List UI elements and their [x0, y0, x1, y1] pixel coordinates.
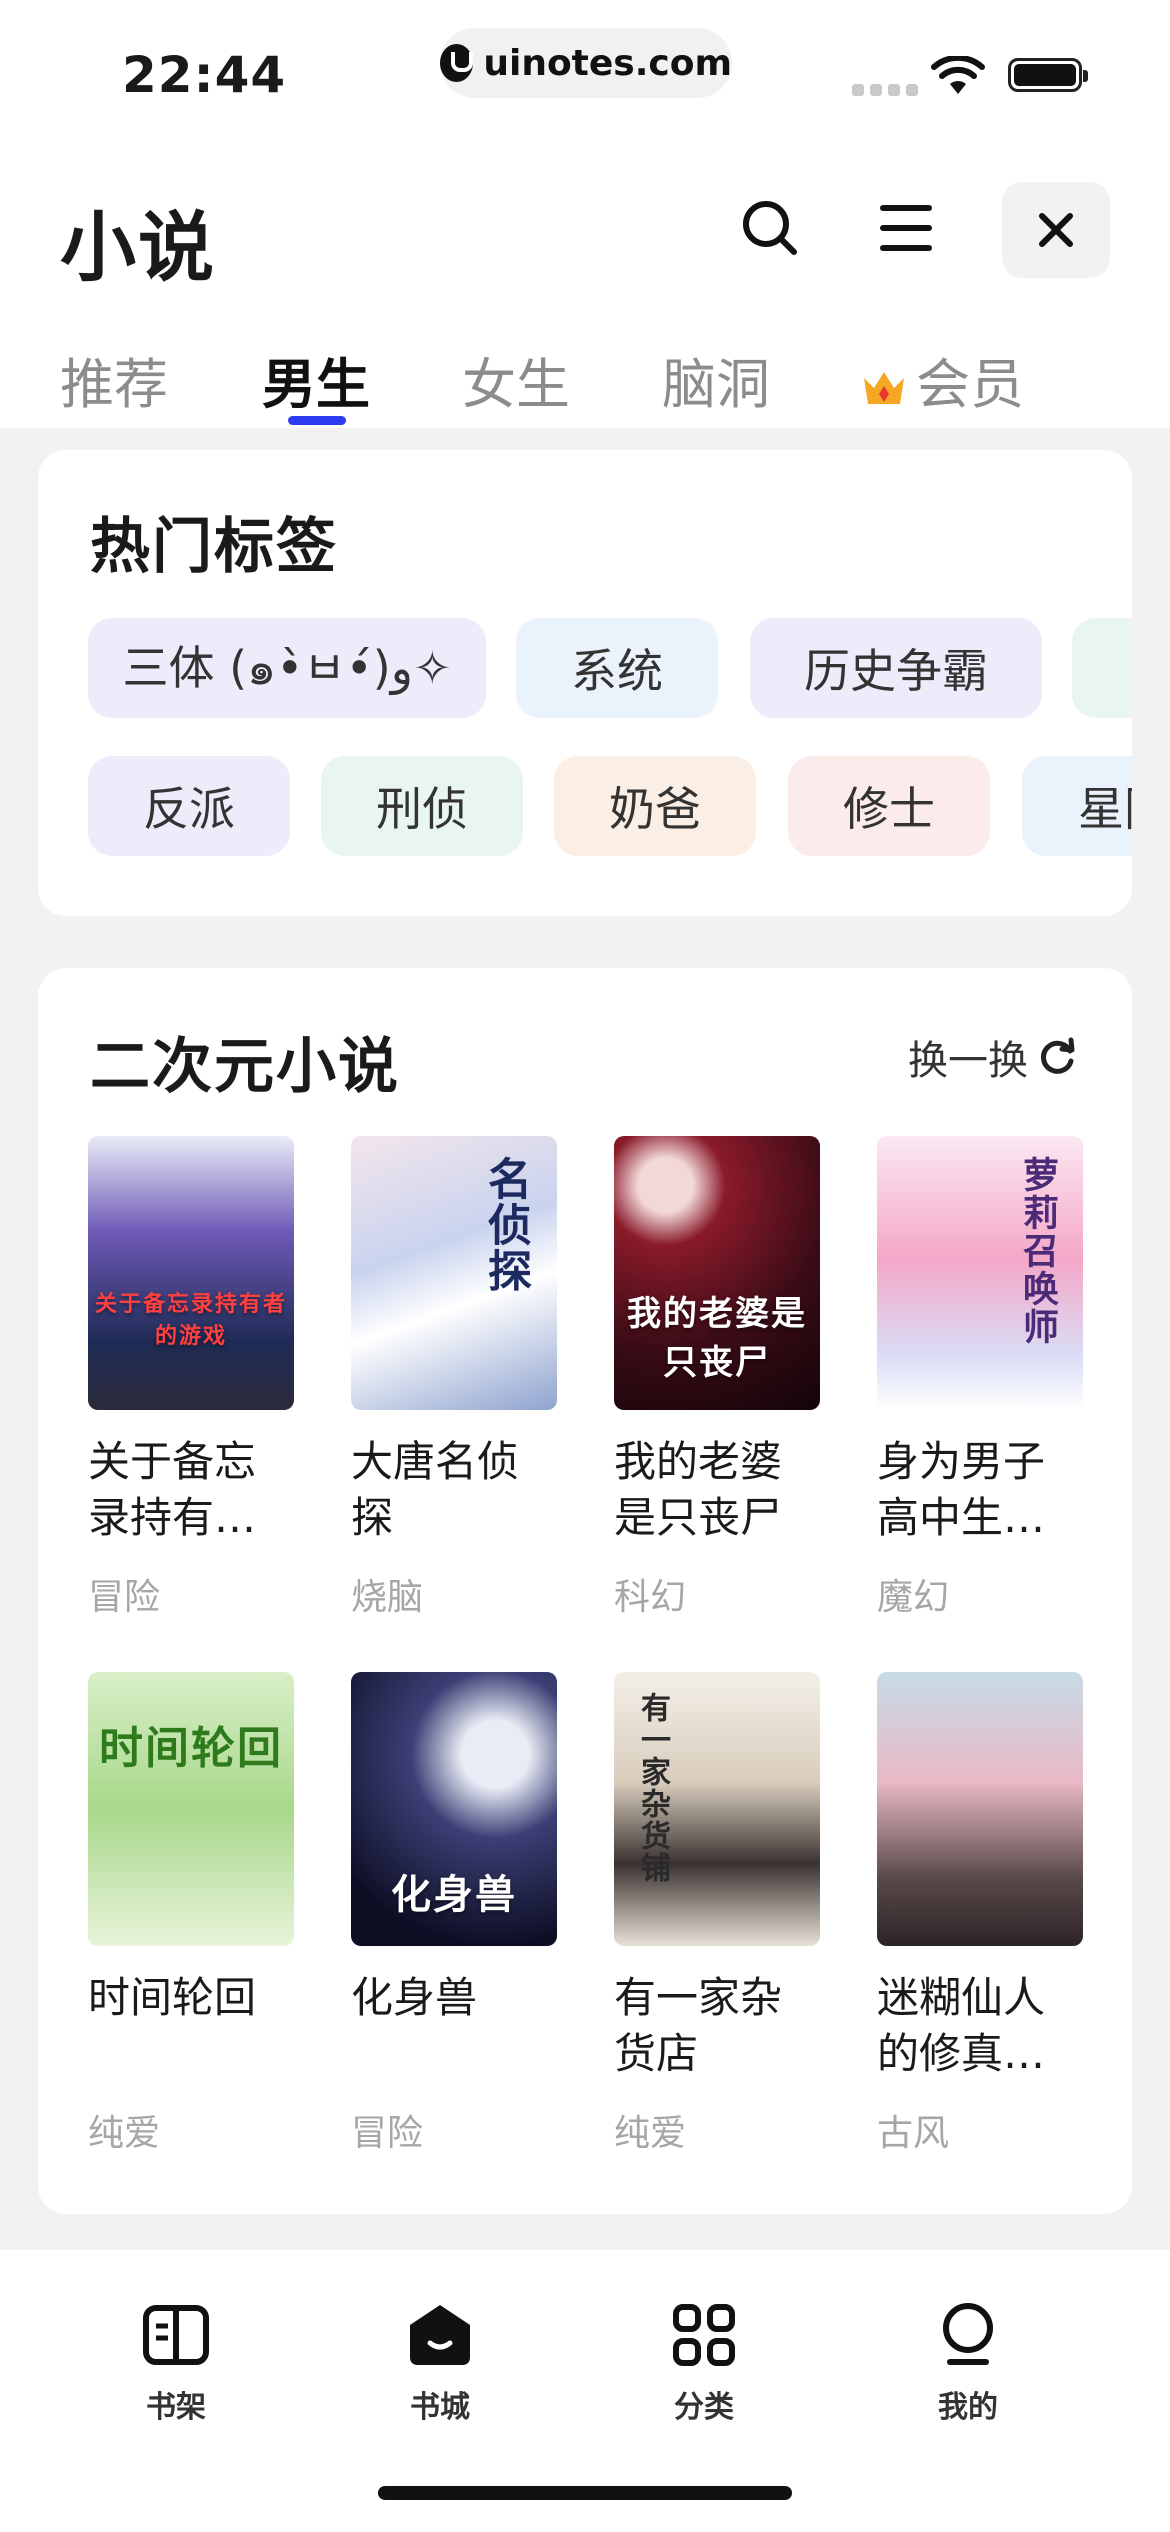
- book-cover: [877, 1672, 1083, 1946]
- category-tabs: 推荐 男生 女生 脑洞 会员: [0, 340, 1170, 428]
- book-genre: 烧脑: [351, 1577, 424, 1618]
- tag-chip[interactable]: 奶爸: [554, 756, 756, 856]
- tab-male[interactable]: 男生: [262, 340, 370, 419]
- book-title: 时间轮回: [88, 1973, 257, 2022]
- nav-label: 我的: [938, 2390, 998, 2425]
- nav-item-category[interactable]: 分类: [634, 2300, 774, 2426]
- battery-icon: [1008, 58, 1088, 92]
- menu-icon[interactable]: [874, 196, 938, 260]
- book-genre: 科幻: [614, 1577, 687, 1618]
- bookshelf-icon: [106, 2300, 246, 2370]
- anime-novels-card: 二次元小说 换一换 关于备忘录持有者的游戏 关于备忘录持有… 冒险 名侦探 大唐…: [38, 968, 1132, 2214]
- book-card[interactable]: 关于备忘录持有者的游戏 关于备忘录持有… 冒险: [88, 1136, 294, 1620]
- site-logo-icon: [440, 44, 474, 82]
- home-indicator: [378, 2486, 792, 2500]
- url-text: uinotes.com: [483, 42, 732, 84]
- book-card[interactable]: 萝莉召唤师 身为男子高中生… 魔幻: [877, 1136, 1083, 1620]
- cover-text: 化身兽: [391, 1872, 517, 1918]
- book-title: 我的老婆是只丧尸: [614, 1437, 783, 1542]
- tag-chip[interactable]: 反派: [88, 756, 290, 856]
- book-cover: 有一家杂货铺: [614, 1672, 820, 1946]
- wifi-icon: [931, 56, 985, 94]
- tab-female[interactable]: 女生: [462, 340, 570, 419]
- cover-text: 关于备忘录持有者的游戏: [94, 1292, 287, 1349]
- signal-icon: [852, 84, 918, 96]
- url-pill[interactable]: uinotes.com: [440, 28, 732, 98]
- book-genre: 冒险: [88, 1577, 161, 1618]
- status-time: 22:44: [122, 46, 287, 104]
- book-cover: 萝莉召唤师: [877, 1136, 1083, 1410]
- tab-brainhole[interactable]: 脑洞: [662, 340, 770, 419]
- refresh-icon: [1041, 1037, 1075, 1074]
- refresh-button[interactable]: 换一换: [908, 1028, 1078, 1086]
- book-cover: 关于备忘录持有者的游戏: [88, 1136, 294, 1410]
- tag-chip[interactable]: 系统: [516, 618, 718, 718]
- section-title: 二次元小说: [90, 1032, 400, 1102]
- nav-item-bookshelf[interactable]: 书架: [106, 2300, 246, 2426]
- tab-recommend[interactable]: 推荐: [60, 340, 168, 419]
- cover-text: 萝莉召唤师: [1017, 1156, 1058, 1346]
- book-title: 化身兽: [351, 1973, 478, 2022]
- tag-chip[interactable]: 三体 (๑•̀ㅂ•́)و✧: [88, 618, 486, 718]
- tab-indicator: [288, 416, 346, 425]
- hot-tags-title: 热门标签: [90, 512, 338, 582]
- tag-chip[interactable]: 修士: [788, 756, 990, 856]
- cover-text: 有一家杂货铺: [635, 1692, 670, 1884]
- cover-text: 名侦探: [480, 1156, 531, 1294]
- book-cover: 名侦探: [351, 1136, 557, 1410]
- nav-item-profile[interactable]: 我的: [898, 2300, 1038, 2426]
- book-title: 身为男子高中生…: [877, 1437, 1046, 1542]
- book-title: 迷糊仙人的修真…: [877, 1973, 1046, 2078]
- book-card[interactable]: 时间轮回 时间轮回 纯爱: [88, 1672, 294, 2156]
- book-card[interactable]: 化身兽 化身兽 冒险: [351, 1672, 557, 2156]
- nav-label: 书城: [410, 2390, 470, 2425]
- book-card[interactable]: 我的老婆是只丧尸 我的老婆是只丧尸 科幻: [614, 1136, 820, 1620]
- refresh-label: 换一换: [908, 1038, 1028, 1084]
- book-genre: 纯爱: [88, 2113, 161, 2154]
- book-cover: 时间轮回: [88, 1672, 294, 1946]
- top-area: 22:44 uinotes.com 小说 推荐 男生 女生 脑洞 会员: [0, 0, 1170, 428]
- tag-chip[interactable]: 历史争霸: [750, 618, 1042, 718]
- book-card[interactable]: 有一家杂货铺 有一家杂货店 纯爱: [614, 1672, 820, 2156]
- book-genre: 纯爱: [614, 2113, 687, 2154]
- tag-chip[interactable]: [1072, 618, 1132, 718]
- book-genre: 古风: [877, 2113, 950, 2154]
- tab-vip-label: 会员: [916, 353, 1024, 416]
- book-cover: 化身兽: [351, 1672, 557, 1946]
- bookstore-icon: [370, 2300, 510, 2370]
- book-title: 大唐名侦探: [351, 1437, 520, 1542]
- nav-item-bookstore[interactable]: 书城: [370, 2300, 510, 2426]
- tag-chip[interactable]: 刑侦: [321, 756, 523, 856]
- cover-text: 我的老婆是只丧尸: [627, 1294, 807, 1383]
- book-genre: 冒险: [351, 2113, 424, 2154]
- nav-label: 分类: [674, 2390, 734, 2425]
- book-title: 有一家杂货店: [614, 1973, 783, 2078]
- book-card[interactable]: 迷糊仙人的修真… 古风: [877, 1672, 1083, 2156]
- cover-text: 时间轮回: [99, 1723, 283, 1774]
- book-cover: 我的老婆是只丧尸: [614, 1136, 820, 1410]
- page-title: 小说: [60, 203, 216, 292]
- hot-tags-card: 热门标签 三体 (๑•̀ㅂ•́)و✧ 系统 历史争霸 反派 刑侦 奶爸 修士 星…: [38, 450, 1132, 916]
- close-button[interactable]: [1002, 182, 1110, 278]
- crown-icon: [864, 372, 904, 405]
- book-title: 关于备忘录持有…: [88, 1437, 257, 1542]
- close-icon: [1039, 213, 1073, 247]
- book-genre: 魔幻: [877, 1577, 950, 1618]
- profile-icon: [898, 2300, 1038, 2370]
- book-card[interactable]: 名侦探 大唐名侦探 烧脑: [351, 1136, 557, 1620]
- tag-chip[interactable]: 星际: [1022, 756, 1132, 856]
- category-icon: [634, 2300, 774, 2370]
- tab-vip[interactable]: 会员: [862, 340, 1024, 419]
- nav-label: 书架: [146, 2390, 206, 2425]
- search-icon[interactable]: [738, 196, 802, 260]
